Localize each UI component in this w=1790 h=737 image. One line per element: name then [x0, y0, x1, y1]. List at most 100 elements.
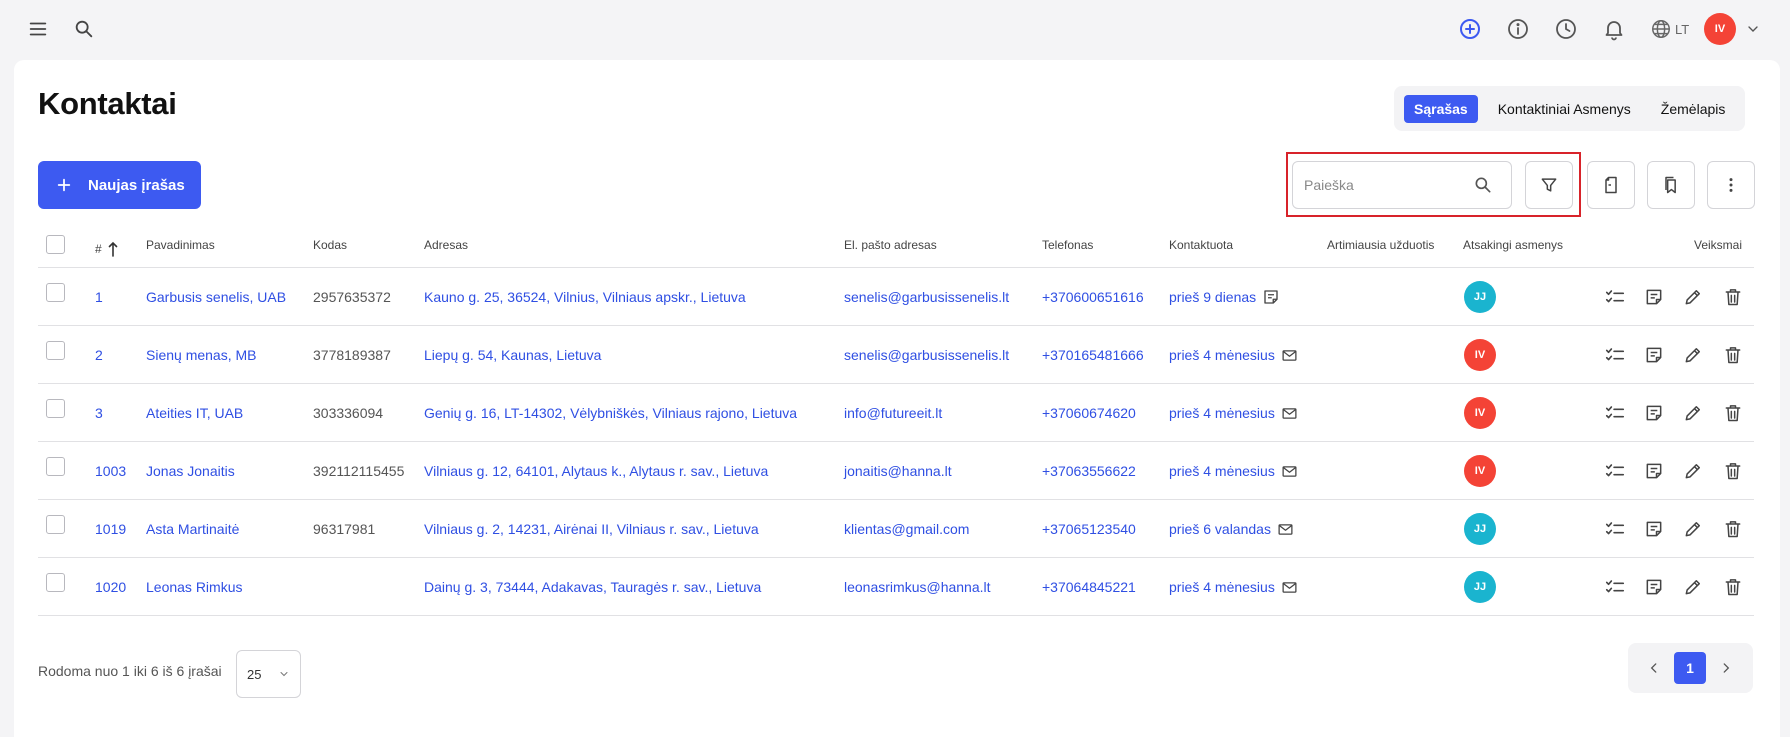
new-record-button[interactable]: Naujas įrašas [38, 161, 201, 209]
row-address[interactable]: Dainų g. 3, 73444, Adakavas, Tauragės r.… [424, 558, 761, 616]
trash-icon[interactable] [1719, 515, 1747, 543]
row-contacted[interactable]: prieš 4 mėnesius [1169, 442, 1298, 500]
select-all-checkbox[interactable] [46, 235, 65, 254]
next-page-button[interactable] [1710, 652, 1742, 684]
edit-icon[interactable] [1679, 573, 1707, 601]
saved-views-button[interactable] [1647, 161, 1695, 209]
row-email[interactable]: klientas@gmail.com [844, 500, 969, 558]
edit-icon[interactable] [1679, 341, 1707, 369]
row-id[interactable]: 1 [95, 268, 103, 326]
row-checkbox[interactable] [46, 399, 65, 418]
avatar[interactable]: IV [1464, 339, 1496, 371]
trash-icon[interactable] [1719, 341, 1747, 369]
info-icon[interactable] [1505, 16, 1531, 42]
row-contacted[interactable]: prieš 6 valandas [1169, 500, 1294, 558]
avatar[interactable]: IV [1464, 455, 1496, 487]
note-icon[interactable] [1640, 399, 1668, 427]
edit-icon[interactable] [1679, 283, 1707, 311]
tasks-icon[interactable] [1601, 341, 1629, 369]
row-id[interactable]: 1003 [95, 442, 126, 500]
row-id[interactable]: 3 [95, 384, 103, 442]
row-name[interactable]: Garbusis senelis, UAB [146, 268, 286, 326]
column-contacted[interactable]: Kontaktuota [1169, 230, 1233, 268]
tasks-icon[interactable] [1601, 399, 1629, 427]
row-contacted[interactable]: prieš 9 dienas [1169, 268, 1280, 326]
row-contacted[interactable]: prieš 4 mėnesius [1169, 384, 1298, 442]
row-phone[interactable]: +37063556622 [1042, 442, 1136, 500]
row-email[interactable]: senelis@garbusissenelis.lt [844, 326, 1009, 384]
row-name[interactable]: Asta Martinaitė [146, 500, 239, 558]
note-icon[interactable] [1640, 283, 1668, 311]
bell-icon[interactable] [1601, 16, 1627, 42]
column-id[interactable]: # [95, 230, 118, 268]
plus-circle-icon[interactable] [1457, 16, 1483, 42]
row-email[interactable]: info@futureeit.lt [844, 384, 942, 442]
row-checkbox[interactable] [46, 573, 65, 592]
avatar[interactable]: IV [1464, 397, 1496, 429]
trash-icon[interactable] [1719, 399, 1747, 427]
row-id[interactable]: 1019 [95, 500, 126, 558]
row-phone[interactable]: +370165481666 [1042, 326, 1144, 384]
chevron-down-icon[interactable] [1742, 18, 1764, 40]
search-input[interactable] [1293, 162, 1473, 208]
avatar[interactable]: JJ [1464, 513, 1496, 545]
row-name[interactable]: Leonas Rimkus [146, 558, 243, 616]
note-icon[interactable] [1640, 515, 1668, 543]
row-name[interactable]: Ateities IT, UAB [146, 384, 243, 442]
trash-icon[interactable] [1719, 457, 1747, 485]
row-address[interactable]: Vilniaus g. 12, 64101, Alytaus k., Alyta… [424, 442, 768, 500]
note-icon[interactable] [1640, 341, 1668, 369]
row-address[interactable]: Liepų g. 54, Kaunas, Lietuva [424, 326, 601, 384]
tab-list[interactable]: Sąrašas [1404, 94, 1478, 123]
row-checkbox[interactable] [46, 515, 65, 534]
row-phone[interactable]: +37060674620 [1042, 384, 1136, 442]
column-address[interactable]: Adresas [424, 230, 468, 268]
row-id[interactable]: 1020 [95, 558, 126, 616]
more-button[interactable] [1707, 161, 1755, 209]
tasks-icon[interactable] [1601, 573, 1629, 601]
per-page-select[interactable]: 25 [236, 650, 301, 698]
edit-icon[interactable] [1679, 457, 1707, 485]
column-name[interactable]: Pavadinimas [146, 230, 215, 268]
row-phone[interactable]: +37064845221 [1042, 558, 1136, 616]
row-id[interactable]: 2 [95, 326, 103, 384]
row-checkbox[interactable] [46, 283, 65, 302]
row-name[interactable]: Sienų menas, MB [146, 326, 257, 384]
tab-map[interactable]: Žemėlapis [1651, 95, 1736, 123]
page-1-button[interactable]: 1 [1674, 652, 1706, 684]
row-email[interactable]: senelis@garbusissenelis.lt [844, 268, 1009, 326]
row-contacted[interactable]: prieš 4 mėnesius [1169, 326, 1298, 384]
avatar[interactable]: JJ [1464, 281, 1496, 313]
search-icon[interactable] [1473, 175, 1493, 195]
column-nearest-task[interactable]: Artimiausia užduotis [1327, 230, 1434, 268]
export-button[interactable] [1587, 161, 1635, 209]
avatar[interactable]: JJ [1464, 571, 1496, 603]
edit-icon[interactable] [1679, 399, 1707, 427]
note-icon[interactable] [1640, 573, 1668, 601]
previous-page-button[interactable] [1638, 652, 1670, 684]
row-checkbox[interactable] [46, 341, 65, 360]
row-email[interactable]: jonaitis@hanna.lt [844, 442, 952, 500]
trash-icon[interactable] [1719, 283, 1747, 311]
clock-icon[interactable] [1553, 16, 1579, 42]
column-code[interactable]: Kodas [313, 230, 347, 268]
note-icon[interactable] [1640, 457, 1668, 485]
column-email[interactable]: El. pašto adresas [844, 230, 937, 268]
row-contacted[interactable]: prieš 4 mėnesius [1169, 558, 1298, 616]
filter-button[interactable] [1525, 161, 1573, 209]
tasks-icon[interactable] [1601, 457, 1629, 485]
row-email[interactable]: leonasrimkus@hanna.lt [844, 558, 991, 616]
tasks-icon[interactable] [1601, 283, 1629, 311]
user-avatar[interactable]: IV [1704, 13, 1736, 45]
menu-icon[interactable] [25, 16, 51, 42]
column-phone[interactable]: Telefonas [1042, 230, 1093, 268]
row-name[interactable]: Jonas Jonaitis [146, 442, 235, 500]
row-phone[interactable]: +37065123540 [1042, 500, 1136, 558]
tasks-icon[interactable] [1601, 515, 1629, 543]
edit-icon[interactable] [1679, 515, 1707, 543]
trash-icon[interactable] [1719, 573, 1747, 601]
row-address[interactable]: Vilniaus g. 2, 14231, Airėnai II, Vilnia… [424, 500, 759, 558]
search-icon[interactable] [71, 16, 97, 42]
row-phone[interactable]: +370600651616 [1042, 268, 1144, 326]
row-address[interactable]: Genių g. 16, LT-14302, Vėlybniškės, Viln… [424, 384, 797, 442]
